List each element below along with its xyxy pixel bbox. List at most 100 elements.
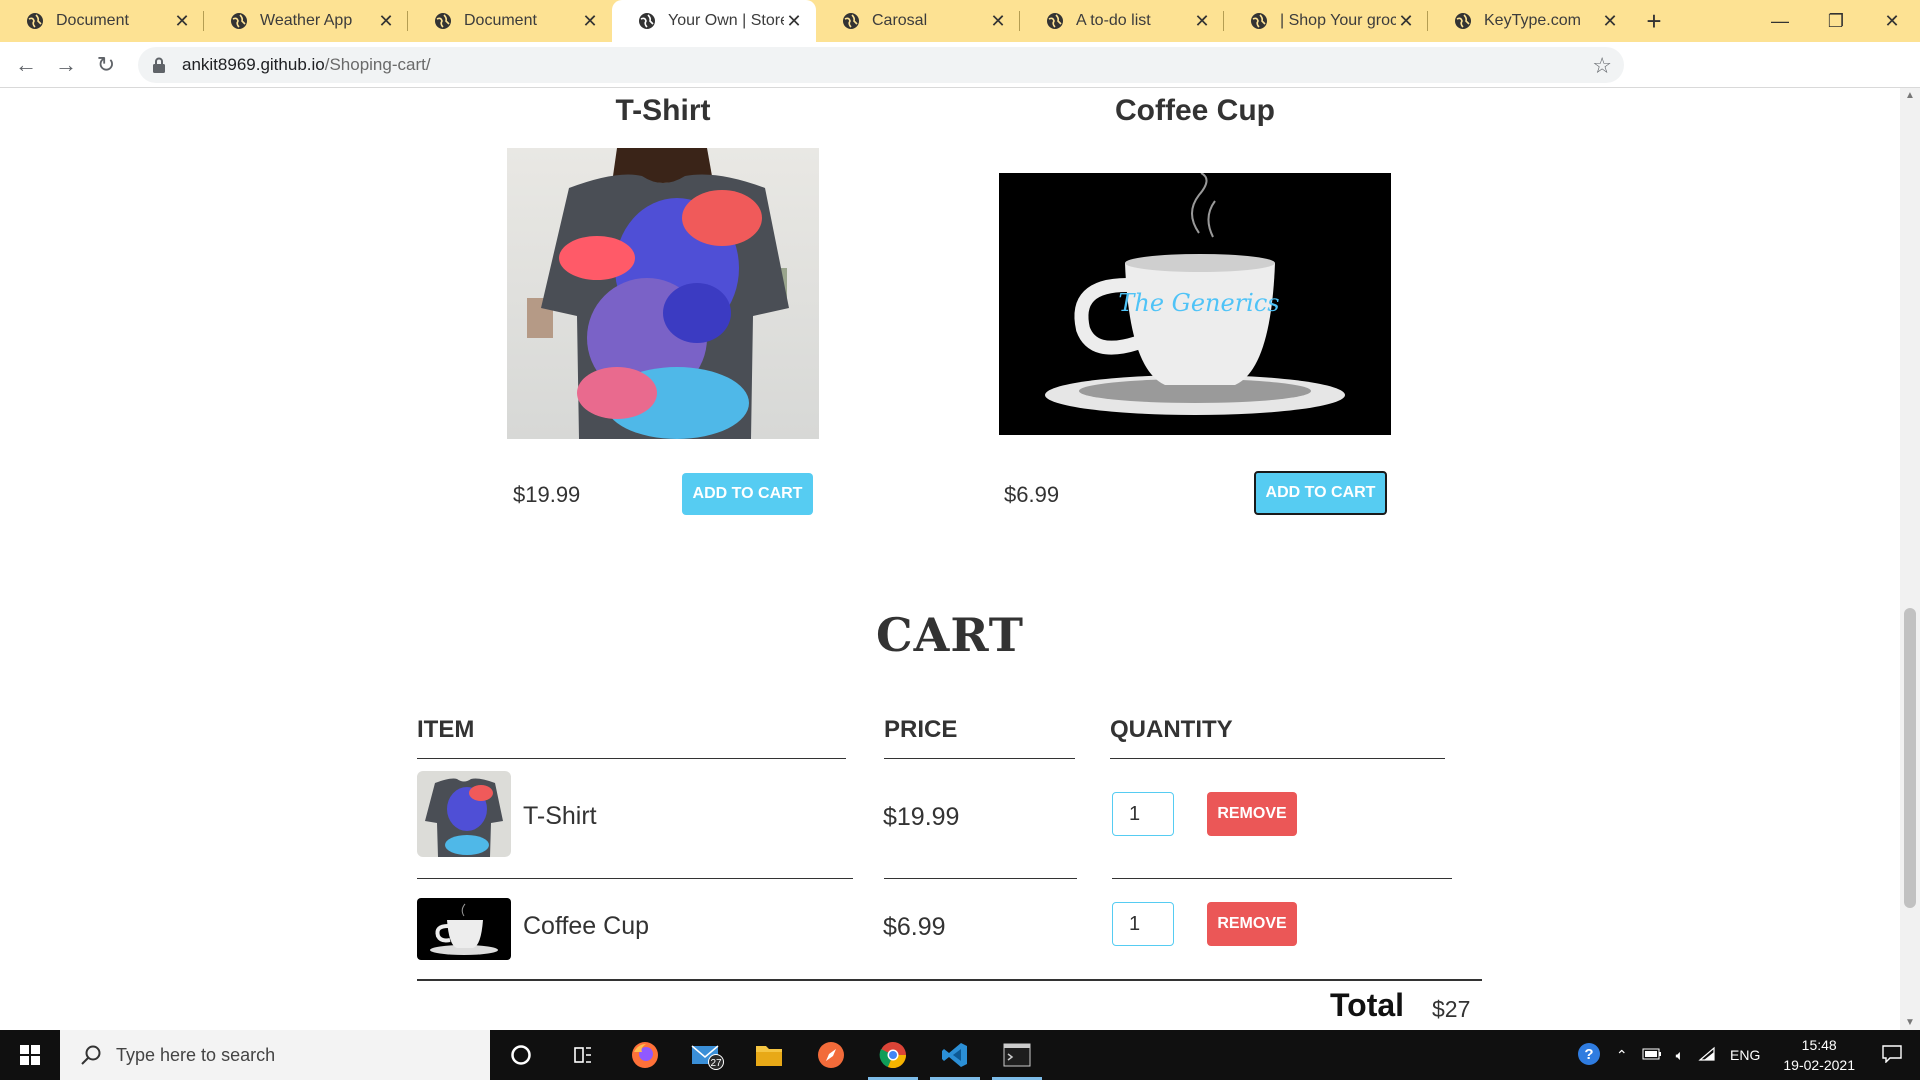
url-bar[interactable]: ankit8969.github.io/Shoping-cart/ ☆	[138, 47, 1624, 83]
bookmark-star-icon[interactable]: ☆	[1592, 53, 1612, 79]
globe-icon	[843, 13, 859, 29]
globe-icon	[1455, 13, 1471, 29]
speaker-icon[interactable]: 🔈︎	[1676, 1047, 1684, 1064]
clock-time: 15:48	[1801, 1037, 1837, 1053]
browser-tab-active[interactable]: Your Own | Store ✕	[612, 0, 816, 42]
windows-start-icon[interactable]	[0, 1030, 60, 1080]
divider	[1110, 758, 1445, 759]
chevron-up-icon[interactable]: ⌃	[1616, 1047, 1628, 1064]
battery-icon[interactable]	[1642, 1047, 1662, 1063]
browser-tab[interactable]: KeyType.com ✕	[1428, 0, 1632, 42]
divider	[417, 878, 853, 879]
close-icon[interactable]: ✕	[172, 11, 192, 32]
column-header-item: ITEM	[417, 716, 475, 743]
help-icon[interactable]: ?	[1576, 1041, 1602, 1070]
browser-tab[interactable]: Document ✕	[0, 0, 204, 42]
tab-title: Document	[464, 12, 537, 29]
browser-tab[interactable]: Weather App ✕	[204, 0, 408, 42]
firefox-icon[interactable]	[614, 1030, 676, 1080]
scroll-up-arrow-icon[interactable]: ▲	[1905, 90, 1915, 101]
store-page: T-Shirt $19.99 ADD TO CART Coffee Cup Th…	[0, 88, 1900, 1030]
remove-button[interactable]: REMOVE	[1207, 792, 1297, 836]
globe-icon	[1251, 13, 1267, 29]
language-indicator[interactable]: ENG	[1730, 1047, 1760, 1063]
product-title-tshirt: T-Shirt	[615, 94, 711, 127]
address-bar-row: ← → ↻ ankit8969.github.io/Shoping-cart/ …	[0, 42, 1920, 118]
terminal-icon[interactable]	[986, 1030, 1048, 1080]
close-icon[interactable]: ✕	[580, 11, 600, 32]
globe-icon	[435, 13, 451, 29]
cart-title: CART	[876, 608, 1024, 662]
divider	[1112, 878, 1452, 879]
close-icon[interactable]: ✕	[988, 11, 1008, 32]
wifi-icon[interactable]	[1698, 1046, 1716, 1065]
cart-total-value: $27	[1432, 996, 1471, 1022]
tab-title: | Shop Your grocer	[1280, 12, 1396, 29]
minimize-icon[interactable]: —	[1752, 0, 1808, 42]
cart-item-price: $19.99	[883, 803, 960, 831]
column-header-price: PRICE	[884, 716, 958, 743]
tab-title: Your Own | Store	[668, 12, 784, 29]
task-view-icon[interactable]	[552, 1030, 614, 1080]
compass-app-icon[interactable]	[800, 1030, 862, 1080]
product-price-tshirt: $19.99	[513, 482, 581, 507]
cart-item-name: T-Shirt	[523, 802, 597, 830]
add-to-cart-button[interactable]: ADD TO CART	[682, 473, 813, 515]
quantity-input[interactable]	[1112, 792, 1174, 836]
add-to-cart-button[interactable]: ADD TO CART	[1254, 471, 1387, 515]
cart-item-thumbnail	[417, 898, 511, 960]
forward-arrow-icon[interactable]: →	[46, 45, 86, 85]
globe-icon	[27, 13, 43, 29]
system-tray: ? ⌃ 🔈︎ ENG 15:48 19-02-2021	[1569, 1030, 1920, 1080]
cart-item-price: $6.99	[883, 913, 946, 941]
tab-strip: Document ✕ Weather App ✕ Document ✕ Your…	[0, 0, 1920, 42]
browser-tab[interactable]: Carosal ✕	[816, 0, 1020, 42]
search-placeholder: Type here to search	[116, 1044, 276, 1065]
back-arrow-icon[interactable]: ←	[6, 45, 46, 85]
divider	[417, 758, 846, 759]
close-icon[interactable]: ✕	[1192, 11, 1212, 32]
cart-total-divider	[417, 979, 1482, 981]
window-controls: — ❐ ✕	[1752, 0, 1920, 42]
browser-tab[interactable]: | Shop Your grocer ✕	[1224, 0, 1428, 42]
taskbar-search[interactable]: Type here to search	[60, 1030, 490, 1080]
divider	[884, 878, 1077, 879]
svg-text:?: ?	[1584, 1046, 1593, 1063]
new-tab-button[interactable]: +	[1632, 0, 1676, 42]
divider	[884, 758, 1075, 759]
clock-date: 19-02-2021	[1783, 1057, 1855, 1073]
file-explorer-icon[interactable]	[738, 1030, 800, 1080]
close-window-icon[interactable]: ✕	[1864, 0, 1920, 42]
scrollbar-thumb[interactable]	[1904, 608, 1916, 908]
scroll-down-arrow-icon[interactable]: ▼	[1905, 1017, 1915, 1028]
chrome-icon[interactable]	[862, 1030, 924, 1080]
tab-title: A to-do list	[1076, 12, 1151, 29]
close-icon[interactable]: ✕	[1600, 11, 1620, 32]
column-header-quantity: QUANTITY	[1110, 716, 1233, 743]
url-host: ankit8969.github.io	[182, 55, 325, 74]
product-title-coffee-cup: Coffee Cup	[1115, 94, 1275, 127]
close-icon[interactable]: ✕	[784, 11, 804, 32]
browser-tab[interactable]: Document ✕	[408, 0, 612, 42]
notification-icon[interactable]	[1882, 1044, 1902, 1066]
mug-print-text: The Generics	[1118, 289, 1279, 317]
page-scrollbar[interactable]: ▲ ▼	[1900, 88, 1920, 1030]
vscode-icon[interactable]	[924, 1030, 986, 1080]
tshirt-product-image	[507, 148, 819, 439]
quantity-input[interactable]	[1112, 902, 1174, 946]
restore-icon[interactable]: ❐	[1808, 0, 1864, 42]
globe-icon	[231, 13, 247, 29]
cart-item-name: Coffee Cup	[523, 912, 650, 940]
remove-button[interactable]: REMOVE	[1207, 902, 1297, 946]
tab-title: Document	[56, 12, 129, 29]
mail-badge: 27	[710, 1058, 722, 1069]
reload-icon[interactable]: ↻	[86, 45, 126, 85]
close-icon[interactable]: ✕	[1396, 11, 1416, 32]
tab-title: Carosal	[872, 12, 928, 29]
cortana-icon[interactable]	[490, 1030, 552, 1080]
mail-icon[interactable]: 27	[676, 1030, 738, 1080]
browser-tab[interactable]: A to-do list ✕	[1020, 0, 1224, 42]
cart-total-label: Total	[1330, 987, 1405, 1023]
close-icon[interactable]: ✕	[376, 11, 396, 32]
clock[interactable]: 15:48 19-02-2021	[1783, 1035, 1855, 1075]
